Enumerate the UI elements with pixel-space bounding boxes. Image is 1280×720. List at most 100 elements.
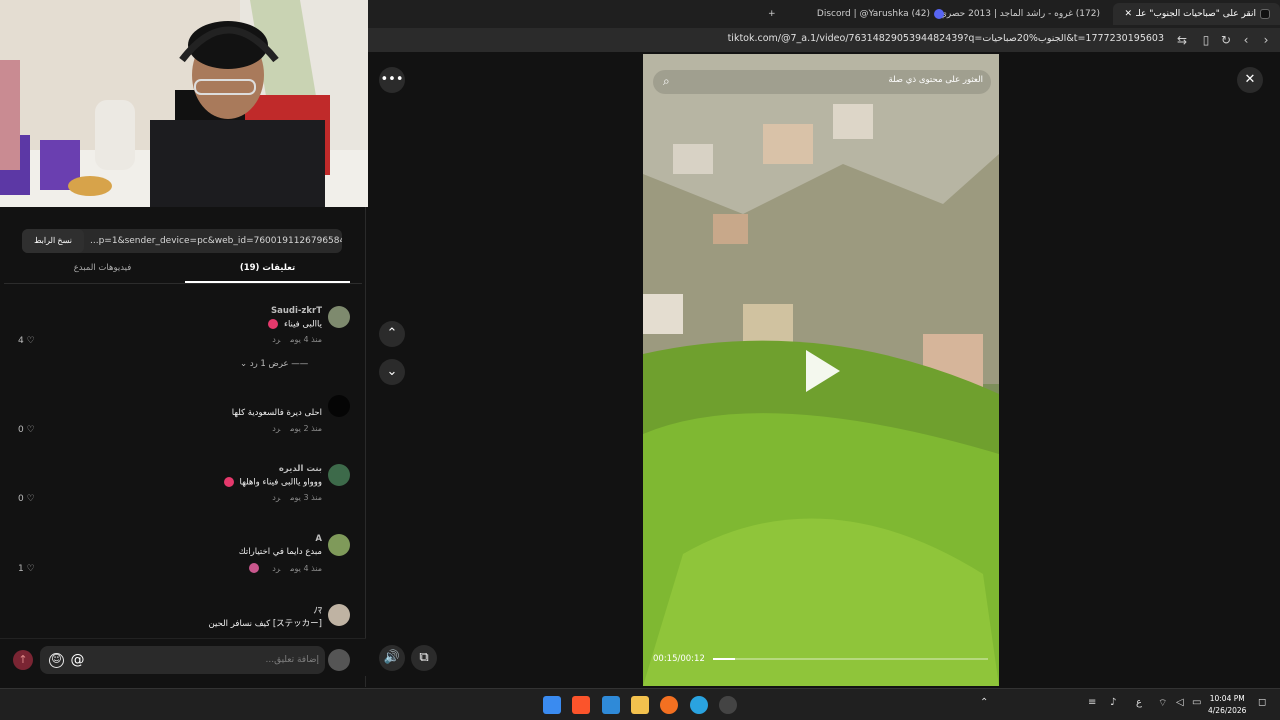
like-button[interactable]: 0 ♡ (18, 494, 35, 504)
file-explorer-icon[interactable] (631, 696, 649, 714)
new-tab-button[interactable]: + (768, 3, 776, 25)
screen: انقر علی "صباحيات الجنوب" علـ ✕ (172) غر… (0, 0, 1280, 720)
close-tab-icon[interactable]: ✕ (1124, 9, 1132, 19)
brave-icon[interactable] (572, 696, 590, 714)
clock-time: 10:04 PM (1209, 694, 1245, 703)
next-video-button[interactable]: ⌄ (379, 359, 405, 385)
user-avatar[interactable] (328, 649, 350, 671)
play-icon[interactable] (806, 350, 840, 392)
comment-meta: منذ 4 يوم رد (262, 335, 322, 344)
volume-icon[interactable]: ◁ (1176, 697, 1184, 708)
comment-text: [ステッカー] كيف نسافر الحين (208, 619, 322, 629)
reload-icon[interactable]: ↻ (1218, 32, 1234, 48)
video-player[interactable]: ⌕ العثور على محتوى ذي صلة 00:15/00:12 (643, 54, 999, 686)
heart-icon: ♡ (26, 564, 35, 574)
reply-button[interactable]: رد (272, 424, 280, 433)
language-indicator[interactable]: ع (1136, 697, 1142, 708)
microphone-icon[interactable]: ♪ (1110, 697, 1116, 708)
emoji-icon (223, 477, 234, 487)
heart-icon: ♡ (26, 425, 35, 435)
comment-username[interactable]: Saudi-zkrT (271, 306, 322, 316)
forward-icon[interactable]: › (1258, 32, 1274, 48)
picture-in-picture-button[interactable]: ⧉ (411, 645, 437, 671)
vscode-icon[interactable] (602, 696, 620, 714)
emoji-icon (268, 319, 279, 329)
tab-youtube[interactable]: (172) غروه - راشد الماجد | 2013 حصري (940, 3, 1108, 25)
like-button[interactable]: 4 ♡ (18, 336, 35, 346)
tab-title: (42) Discord | @Yarushka (816, 9, 930, 19)
mention-icon[interactable]: @ (70, 653, 85, 668)
comment-time: منذ 4 يوم (290, 563, 322, 573)
volume-icon: 🔊 (383, 650, 401, 665)
avatar[interactable] (328, 306, 350, 328)
comment-meta: منذ 3 يوم رد (262, 493, 322, 502)
taskbar: ⌃ ≡ ♪ ع ⌔ ◁ ▭ 10:04 PM 4/26/2026 ◻ (0, 688, 1280, 720)
volume-button[interactable]: 🔊 (379, 645, 405, 671)
tune-icon[interactable]: ⇆ (1174, 32, 1190, 48)
close-icon: ✕ (1244, 72, 1256, 87)
playback-time: 00:15/00:12 (653, 654, 705, 664)
avatar[interactable] (328, 395, 350, 417)
wifi-icon[interactable]: ⌔ (1158, 697, 1167, 710)
search-icon: ⌕ (663, 74, 670, 88)
settings-icon[interactable] (719, 696, 737, 714)
comment-input[interactable] (119, 653, 319, 667)
app-icon[interactable] (660, 696, 678, 714)
chevron-down-icon: ⌄ (386, 364, 398, 379)
tab-title: انقر علی "صباحيات الجنوب" علـ (1136, 9, 1256, 19)
bookmark-icon[interactable]: ▯ (1198, 32, 1214, 48)
address-bar[interactable]: tiktok.com/@7_a.1/video/7631482905394482… (368, 28, 1280, 52)
search-bar[interactable]: ⌕ العثور على محتوى ذي صلة (653, 70, 991, 94)
view-replies-button[interactable]: —— عرض 1 رد ⌄ (240, 359, 308, 369)
avatar[interactable] (328, 464, 350, 486)
divider (4, 283, 362, 284)
telegram-icon[interactable] (690, 696, 708, 714)
reply-button[interactable]: رد (272, 335, 280, 344)
close-viewer-button[interactable]: ✕ (1237, 67, 1263, 93)
webcam-overlay (0, 0, 368, 207)
back-icon[interactable]: ‹ (1238, 32, 1254, 48)
system-clock[interactable]: 10:04 PM 4/26/2026 (1208, 693, 1246, 717)
copy-link-button[interactable]: نسخ الرابط (22, 229, 84, 253)
reply-button[interactable]: رد (272, 564, 280, 573)
tab-discord[interactable]: (42) Discord | @Yarushka (788, 3, 948, 25)
more-options-button[interactable]: ••• (379, 67, 405, 93)
comment-body: ياالبی فیناء (283, 319, 322, 330)
url-text[interactable]: tiktok.com/@7_a.1/video/7631482905394482… (728, 33, 1164, 44)
comment-time: منذ 4 يوم (290, 335, 322, 344)
more-icon: ••• (380, 72, 404, 87)
comment-body: ووواو ياالبی فیناء واهلها (239, 477, 323, 488)
tab-comments[interactable]: (19) تعليقات (185, 257, 350, 283)
comments-panel: نسخ الرابط ...p=1&sender_device=pc&web_i… (0, 207, 366, 687)
comment-username[interactable]: A (315, 534, 322, 544)
reply-button[interactable]: رد (272, 493, 280, 502)
avatar[interactable] (328, 534, 350, 556)
like-button[interactable]: 1 ♡ (18, 564, 35, 574)
windows-start-icon[interactable] (543, 696, 561, 714)
comment-item: احلى ديرة فالسعودية كلها منذ 2 يوم رد 0 ♡ (0, 395, 366, 445)
avatar[interactable] (328, 604, 350, 626)
tray-icon[interactable]: ≡ (1088, 697, 1096, 708)
comment-input-row: ↑ ☺ @ (0, 638, 366, 676)
chevron-up-icon[interactable]: ⌃ (980, 697, 988, 708)
like-count: 0 (18, 425, 24, 435)
send-button[interactable]: ↑ (13, 650, 33, 670)
comment-box: ☺ @ (40, 646, 325, 674)
comment-username[interactable]: ﾉﾏ (313, 604, 322, 616)
comment-item: Saudi-zkrT ياالبی فیناء منذ 4 يوم رد 4 ♡ (0, 306, 366, 356)
share-link-bar: نسخ الرابط ...p=1&sender_device=pc&web_i… (22, 229, 342, 253)
like-button[interactable]: 0 ♡ (18, 425, 35, 435)
comment-username[interactable]: بنت الديره (279, 464, 322, 474)
battery-icon[interactable]: ▭ (1192, 697, 1201, 708)
previous-video-button[interactable]: ⌃ (379, 321, 405, 347)
tab-tiktok[interactable]: انقر علی "صباحيات الجنوب" علـ ✕ (1113, 3, 1280, 25)
creator-liked-icon (249, 563, 260, 573)
notification-icon[interactable]: ◻ (1258, 697, 1266, 708)
tab-creator-videos[interactable]: فيديوهات المبدع (20, 257, 185, 283)
like-count: 4 (18, 336, 24, 346)
comment-text: مبدع دايما في اختياراتك (238, 547, 322, 557)
chevron-up-icon: ⌃ (386, 326, 398, 341)
share-url[interactable]: ...p=1&sender_device=pc&web_id=760019112… (84, 236, 342, 246)
emoji-icon[interactable]: ☺ (49, 653, 64, 668)
progress-bar[interactable] (713, 658, 988, 660)
